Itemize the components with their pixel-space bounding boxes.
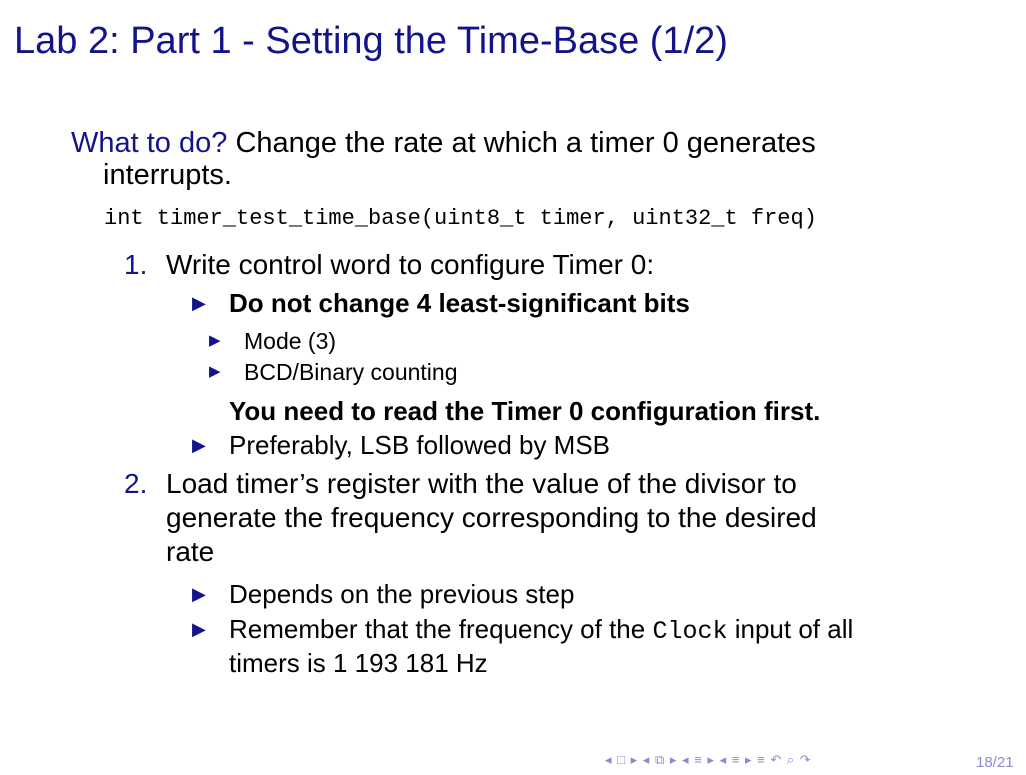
bullet-text-line2: timers is 1 193 181 Hz <box>229 648 488 678</box>
search-icon[interactable]: ⌕ <box>787 752 795 767</box>
nav-left-icon[interactable]: ◂ <box>605 752 613 767</box>
nav-right-icon[interactable]: ▸ <box>707 752 715 767</box>
bullet-triangle-icon: ▶ <box>209 363 221 380</box>
slide-title: Lab 2: Part 1 - Setting the Time-Base (1… <box>14 20 728 62</box>
appendix-icon[interactable]: ≡ <box>757 752 766 767</box>
frame-icon[interactable]: □ <box>617 752 626 767</box>
step-number: 1. <box>124 249 148 280</box>
intro-text-line2: interrupts. <box>103 159 232 191</box>
navigation-bar: ◂ □ ▸ ◂ ⧉ ▸ ◂ ≡ ▸ ◂ ≡ ▸ ≡ ↶ ⌕ ↷ <box>605 752 812 768</box>
step-text-line1: Load timer’s register with the value of … <box>166 468 797 499</box>
subsection-icon[interactable]: ⧉ <box>655 752 665 767</box>
sub-bullet-text: BCD/Binary counting <box>244 359 458 385</box>
bullet-triangle-icon: ▶ <box>192 435 206 455</box>
document-icon[interactable]: ≡ <box>732 752 741 767</box>
nav-left-icon[interactable]: ◂ <box>682 752 690 767</box>
bullet-text-after: input of all <box>734 614 854 644</box>
step-number: 2. <box>124 468 148 499</box>
step-text-line3: rate <box>166 536 215 567</box>
nav-right-icon[interactable]: ▸ <box>631 752 639 767</box>
sub-bullet-text: Mode (3) <box>244 328 337 354</box>
forward-icon[interactable]: ↷ <box>800 752 812 767</box>
intro-text-line1: Change the rate at which a timer 0 gener… <box>235 127 816 159</box>
bullet-triangle-icon: ▶ <box>192 619 206 639</box>
bullet-text: Preferably, LSB followed by MSB <box>229 430 611 460</box>
intro-label: What to do? <box>71 127 228 159</box>
step-text: Write control word to configure Timer 0: <box>166 249 655 280</box>
bullet-text: Remember that the frequency of the Clock… <box>229 612 949 649</box>
function-signature: int timer_test_time_base(uint8_t timer, … <box>104 206 817 231</box>
page-number: 18/21 <box>976 754 1014 771</box>
note-text: You need to read the Timer 0 configurati… <box>229 396 821 426</box>
bullet-triangle-icon: ▶ <box>192 584 206 604</box>
nav-right-icon[interactable]: ▸ <box>670 752 678 767</box>
nav-right-icon[interactable]: ▸ <box>745 752 753 767</box>
bullet-text: Depends on the previous step <box>229 579 575 609</box>
bullet-text: Do not change 4 least-significant bits <box>229 288 690 318</box>
bullet-triangle-icon: ▶ <box>209 332 221 349</box>
nav-left-icon[interactable]: ◂ <box>720 752 728 767</box>
nav-left-icon[interactable]: ◂ <box>643 752 651 767</box>
intro-block: What to do? Change the rate at which a t… <box>71 127 971 191</box>
back-icon[interactable]: ↶ <box>770 752 782 767</box>
clock-code: Clock <box>652 617 728 646</box>
step-text-line2: generate the frequency corresponding to … <box>166 502 817 533</box>
section-icon[interactable]: ≡ <box>694 752 703 767</box>
bullet-triangle-icon: ▶ <box>192 293 206 313</box>
bullet-text-before: Remember that the frequency of the <box>229 614 646 644</box>
